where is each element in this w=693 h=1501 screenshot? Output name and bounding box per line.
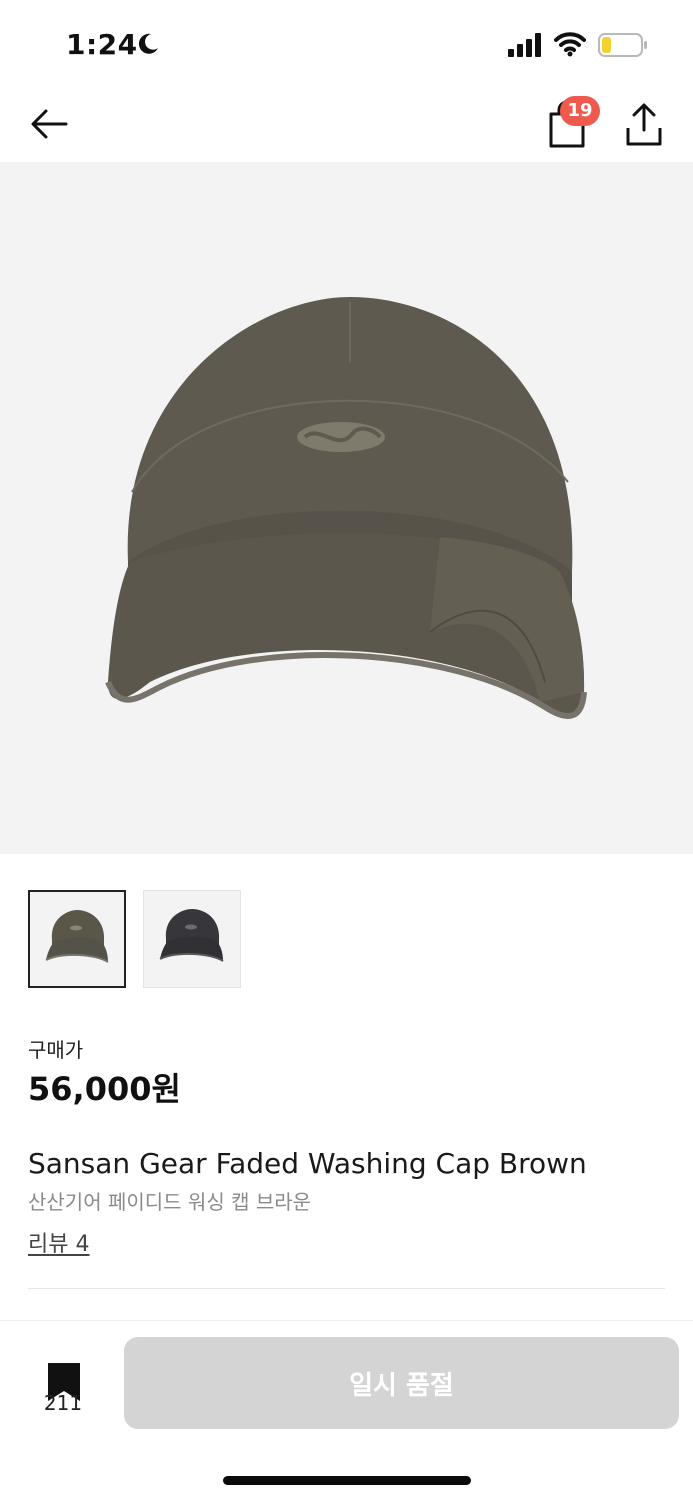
back-arrow-icon[interactable]	[28, 102, 72, 146]
review-link[interactable]: 리뷰 4	[28, 1226, 89, 1258]
price-value: 56,000원	[28, 1070, 181, 1108]
bookmark-count: 211	[43, 1391, 83, 1415]
cap-illustration	[105, 297, 587, 719]
bottom-action-bar: 211 일시 품절	[0, 1320, 693, 1501]
wifi-icon	[554, 32, 586, 57]
status-bar: 1:24	[0, 0, 693, 90]
product-image[interactable]	[0, 162, 693, 854]
product-name-korean: 산산기어 페이디드 워싱 캡 브라운	[28, 1190, 312, 1214]
signal-icon	[508, 33, 541, 57]
home-indicator	[223, 1476, 471, 1485]
cart-count-badge: 19	[560, 96, 600, 126]
thumbnail-cap-image	[159, 909, 224, 962]
moon-icon	[138, 33, 158, 54]
thumbnail-cap-image	[45, 910, 109, 963]
product-name: Sansan Gear Faded Washing Cap Brown	[28, 1147, 587, 1180]
thumbnail-black[interactable]	[143, 890, 241, 988]
thumbnail-brown[interactable]	[28, 890, 126, 988]
sold-out-button[interactable]: 일시 품절	[124, 1337, 679, 1429]
battery-icon	[598, 33, 647, 57]
status-time: 1:24	[66, 28, 138, 61]
divider	[28, 1288, 665, 1289]
share-icon[interactable]	[622, 100, 666, 150]
price-label: 구매가	[28, 1038, 84, 1062]
